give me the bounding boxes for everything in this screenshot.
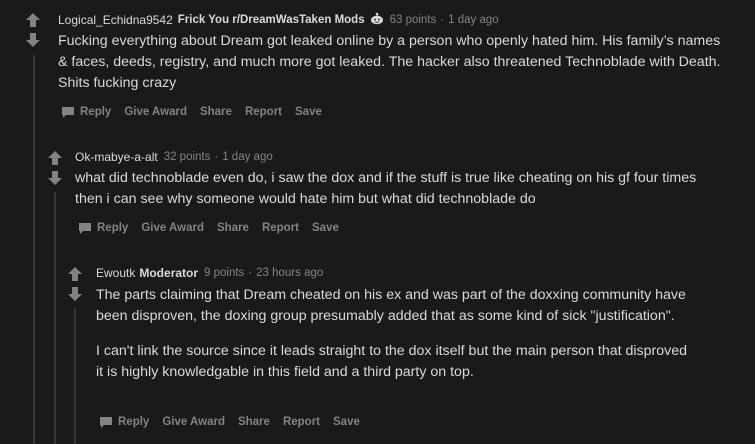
meta-separator: · (248, 267, 253, 279)
share-button[interactable]: Share (200, 106, 232, 118)
author-link[interactable]: Ok-mabye-a-alt (75, 150, 158, 164)
comment-timestamp[interactable]: 23 hours ago (256, 267, 323, 279)
snoo-icon (370, 12, 384, 28)
comment-points: 9 points (204, 267, 245, 279)
reply-label: Reply (97, 222, 129, 234)
vote-controls (65, 264, 85, 304)
comment-body: what did technoblade even do, i saw the … (75, 168, 725, 210)
author-link[interactable]: Ewoutk (96, 266, 135, 280)
comment-meta: Logical_Echidna9542 Frick You r/DreamWas… (58, 12, 499, 28)
downvote-arrow-icon[interactable] (23, 30, 43, 50)
moderator-badge: Moderator (139, 266, 199, 280)
share-button[interactable]: Share (238, 416, 270, 428)
comment-meta: Ewoutk Moderator 9 points · 23 hours ago (96, 266, 323, 280)
save-button[interactable]: Save (312, 222, 339, 234)
comment-actions: Reply Give Award Share Report Save (61, 105, 335, 119)
comment-body: Fucking everything about Dream got leake… (58, 31, 728, 94)
comment-timestamp[interactable]: 1 day ago (448, 14, 499, 26)
give-award-button[interactable]: Give Award (162, 416, 225, 428)
reply-label: Reply (80, 106, 112, 118)
report-button[interactable]: Report (262, 222, 299, 234)
reply-button[interactable]: Reply (99, 415, 149, 429)
comment-paragraph: I can't link the source since it leads s… (96, 343, 688, 380)
vote-controls (45, 148, 65, 188)
reply-button[interactable]: Reply (78, 221, 128, 235)
save-button[interactable]: Save (295, 106, 322, 118)
comment-body: The parts claiming that Dream cheated on… (96, 285, 696, 383)
speech-bubble-icon (62, 107, 74, 118)
user-flair: Frick You r/DreamWasTaken Mods (177, 14, 365, 26)
reply-label: Reply (118, 416, 150, 428)
comment-paragraph: The parts claiming that Dream cheated on… (96, 287, 686, 324)
report-button[interactable]: Report (245, 106, 282, 118)
thread-line-level-2[interactable] (54, 192, 56, 444)
comment-points: 32 points (163, 151, 211, 163)
comment-meta: Ok-mabye-a-alt 32 points · 1 day ago (75, 150, 273, 164)
upvote-arrow-icon[interactable] (65, 264, 85, 284)
reply-button[interactable]: Reply (61, 105, 111, 119)
vote-controls (23, 10, 43, 50)
save-button[interactable]: Save (333, 416, 360, 428)
comment-actions: Reply Give Award Share Report Save (78, 221, 352, 235)
speech-bubble-icon (100, 417, 112, 428)
comment-points: 63 points (389, 14, 437, 26)
meta-separator: · (440, 14, 445, 26)
comment-paragraph: what did technoblade even do, i saw the … (75, 170, 697, 207)
upvote-arrow-icon[interactable] (23, 10, 43, 30)
upvote-arrow-icon[interactable] (45, 148, 65, 168)
comment-paragraph: Fucking everything about Dream got leake… (58, 33, 721, 91)
report-button[interactable]: Report (283, 416, 320, 428)
author-link[interactable]: Logical_Echidna9542 (58, 13, 173, 27)
thread-line-level-3[interactable] (74, 308, 76, 444)
downvote-arrow-icon[interactable] (65, 284, 85, 304)
meta-separator: · (214, 151, 219, 163)
share-button[interactable]: Share (217, 222, 249, 234)
speech-bubble-icon (79, 223, 91, 234)
give-award-button[interactable]: Give Award (141, 222, 204, 234)
give-award-button[interactable]: Give Award (124, 106, 187, 118)
downvote-arrow-icon[interactable] (45, 168, 65, 188)
thread-line-level-1[interactable] (33, 55, 35, 444)
comment-timestamp[interactable]: 1 day ago (222, 151, 273, 163)
comment-actions: Reply Give Award Share Report Save (99, 415, 373, 429)
